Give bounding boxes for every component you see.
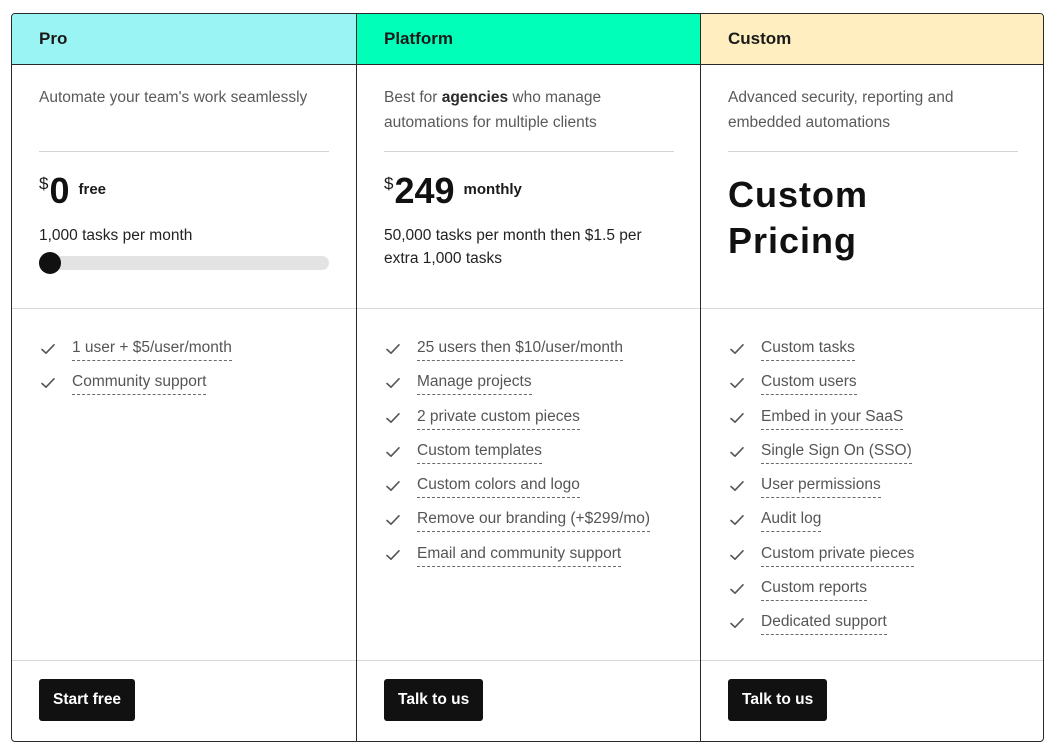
price: $ 0 free — [39, 172, 329, 214]
plan-platform-summary: Best for agencies who manage automations… — [357, 65, 700, 309]
plan-description-emphasis: agencies — [441, 89, 509, 106]
plan-description-text: Automate your team's work seamlessly — [39, 89, 308, 106]
feature-label[interactable]: Manage projects — [417, 371, 532, 396]
feature-item: Remove our branding (+$299/mo) — [384, 508, 673, 542]
feature-label[interactable]: User permissions — [761, 474, 881, 499]
plan-platform: Platform Best for agencies who manage au… — [357, 14, 701, 741]
feature-label[interactable]: 1 user + $5/user/month — [72, 337, 232, 361]
custom-pricing-label: Custom Pricing — [728, 174, 868, 261]
divider — [384, 151, 674, 152]
check-icon — [728, 511, 746, 529]
feature-item: Embed in your SaaS — [728, 406, 1018, 440]
feature-item: 25 users then $10/user/month — [384, 337, 673, 371]
price-period: free — [78, 181, 107, 198]
feature-item: Custom templates — [384, 440, 673, 474]
plan-pro-summary: Automate your team's work seamlessly $ 0… — [12, 65, 356, 309]
feature-item: Community support — [39, 371, 329, 405]
price: $ 249 monthly — [384, 172, 673, 214]
plan-platform-header: Platform — [357, 14, 700, 65]
plan-custom-summary: Advanced security, reporting and embedde… — [701, 65, 1043, 309]
feature-item: Custom tasks — [728, 337, 1018, 371]
divider — [39, 151, 329, 152]
talk-to-us-button[interactable]: Talk to us — [384, 679, 484, 721]
plan-pro-header: Pro — [12, 14, 356, 65]
feature-item: Custom users — [728, 371, 1018, 405]
talk-to-us-button[interactable]: Talk to us — [728, 679, 828, 721]
feature-label[interactable]: Community support — [72, 371, 207, 396]
feature-label[interactable]: Dedicated support — [761, 611, 887, 636]
check-icon — [384, 409, 402, 427]
plan-footer: Start free — [12, 661, 356, 741]
feature-label[interactable]: Custom tasks — [761, 337, 855, 361]
feature-label[interactable]: Custom private pieces — [761, 543, 915, 567]
check-icon — [39, 374, 57, 392]
plan-description-text: Advanced security, reporting and embedde… — [728, 89, 954, 131]
check-icon — [384, 546, 402, 564]
plan-custom: Custom Advanced security, reporting and … — [701, 14, 1043, 741]
feature-label[interactable]: Custom colors and logo — [417, 474, 580, 499]
plan-footer: Talk to us — [357, 661, 700, 741]
check-icon — [728, 340, 746, 358]
tasks-slider[interactable] — [39, 252, 329, 274]
plan-name: Pro — [39, 29, 68, 48]
feature-label[interactable]: Custom templates — [417, 440, 542, 464]
price-amount: 0 — [49, 170, 70, 211]
tasks-quota: 1,000 tasks per month — [39, 227, 193, 244]
feature-item: Custom colors and logo — [384, 474, 673, 508]
check-icon — [384, 511, 402, 529]
feature-label[interactable]: Custom reports — [761, 577, 867, 602]
feature-label[interactable]: Audit log — [761, 508, 822, 533]
feature-list: 25 users then $10/user/month Manage proje… — [357, 309, 700, 661]
feature-label[interactable]: 2 private custom pieces — [417, 406, 580, 430]
feature-label[interactable]: 25 users then $10/user/month — [417, 337, 623, 361]
check-icon — [728, 477, 746, 495]
plan-footer: Talk to us — [701, 661, 1043, 741]
feature-item: Custom reports — [728, 577, 1018, 611]
slider-handle[interactable] — [39, 252, 61, 274]
plan-name: Custom — [728, 29, 792, 48]
price-period: monthly — [463, 181, 522, 198]
plan-name: Platform — [384, 29, 453, 48]
check-icon — [728, 374, 746, 392]
check-icon — [39, 340, 57, 358]
feature-item: 1 user + $5/user/month — [39, 337, 329, 371]
price-amount: 249 — [394, 170, 455, 211]
check-icon — [728, 443, 746, 461]
check-icon — [384, 374, 402, 392]
feature-item: Manage projects — [384, 371, 673, 405]
pricing-table: Pro Automate your team's work seamlessly… — [11, 13, 1044, 742]
plan-description: Automate your team's work seamlessly — [39, 85, 329, 135]
plan-description-text: Best for — [384, 89, 442, 106]
price-currency: $ — [39, 174, 49, 193]
check-icon — [728, 614, 746, 632]
feature-item: 2 private custom pieces — [384, 406, 673, 440]
price-currency: $ — [384, 174, 394, 193]
check-icon — [384, 443, 402, 461]
plan-custom-header: Custom — [701, 14, 1043, 65]
check-icon — [728, 580, 746, 598]
feature-list: Custom tasks Custom users Embed in your Sa… — [701, 309, 1043, 661]
feature-label[interactable]: Email and community support — [417, 543, 622, 567]
check-icon — [728, 546, 746, 564]
check-icon — [384, 340, 402, 358]
feature-label[interactable]: Embed in your SaaS — [761, 406, 904, 430]
feature-label[interactable]: Custom users — [761, 371, 857, 396]
feature-label[interactable]: Remove our branding (+$299/mo) — [417, 508, 651, 533]
feature-list: 1 user + $5/user/month Community support — [12, 309, 356, 661]
feature-item: Audit log — [728, 508, 1018, 542]
check-icon — [728, 409, 746, 427]
feature-item: Single Sign On (SSO) — [728, 440, 1018, 474]
plan-pro: Pro Automate your team's work seamlessly… — [12, 14, 357, 741]
feature-item: Email and community support — [384, 543, 673, 577]
check-icon — [384, 477, 402, 495]
feature-label[interactable]: Single Sign On (SSO) — [761, 440, 912, 464]
feature-item: User permissions — [728, 474, 1018, 508]
tasks-quota: 50,000 tasks per month then $1.5 per ext… — [384, 227, 642, 267]
plan-description: Advanced security, reporting and embedde… — [728, 85, 1018, 135]
feature-item: Custom private pieces — [728, 543, 1018, 577]
start-free-button[interactable]: Start free — [39, 679, 136, 721]
feature-item: Dedicated support — [728, 611, 1018, 645]
plan-description: Best for agencies who manage automations… — [384, 85, 673, 135]
divider — [728, 151, 1018, 152]
